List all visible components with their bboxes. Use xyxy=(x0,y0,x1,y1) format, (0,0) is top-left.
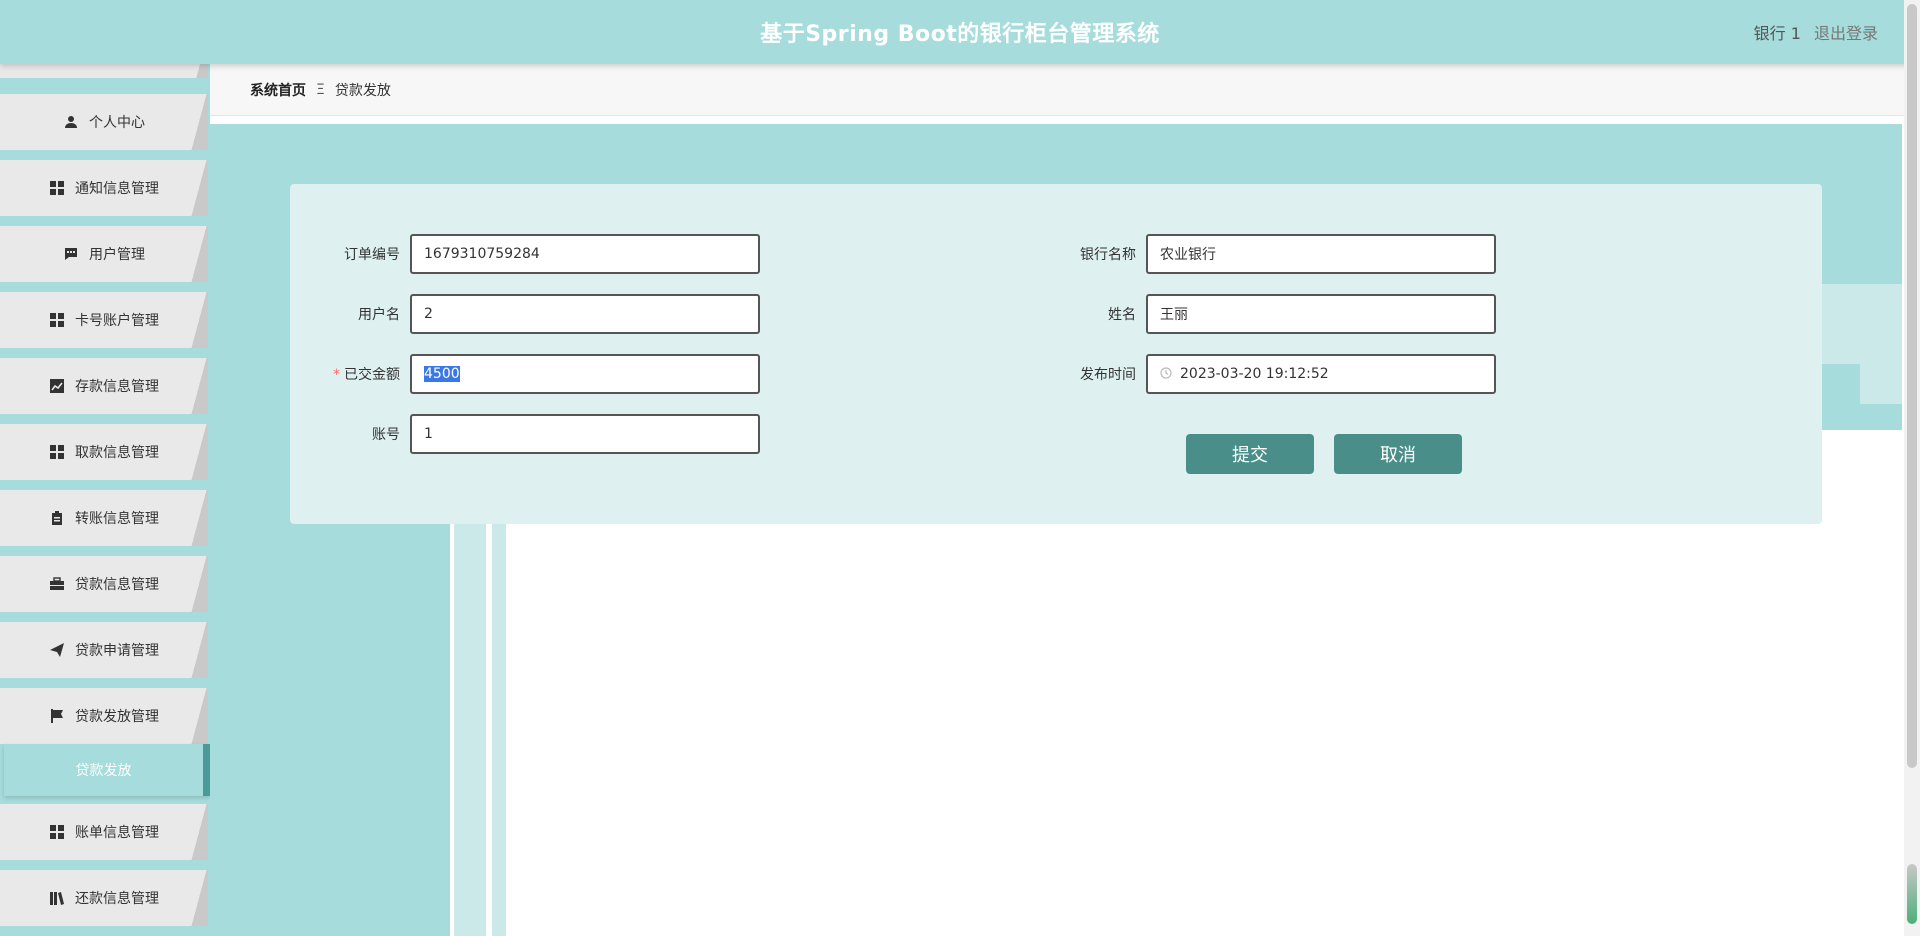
bank-name-input[interactable]: 农业银行 xyxy=(1146,234,1496,274)
sidebar-item-personal-center[interactable]: 个人中心 xyxy=(0,94,208,150)
paid-amount-value: 4500 xyxy=(424,366,460,382)
order-no-input[interactable]: 1679310759284 xyxy=(410,234,760,274)
username-input[interactable]: 2 xyxy=(410,294,760,334)
breadcrumb: 系统首页 Ξ 贷款发放 xyxy=(210,64,1910,116)
publish-time-field: 发布时间 2023-03-20 19:12:52 xyxy=(1026,354,1496,394)
grid-icon xyxy=(49,180,65,196)
chat-icon xyxy=(63,246,79,262)
publish-time-value: 2023-03-20 19:12:52 xyxy=(1180,366,1329,382)
sidebar-item-bill[interactable]: 账单信息管理 xyxy=(0,804,208,860)
send-icon xyxy=(49,642,65,658)
breadcrumb-home[interactable]: 系统首页 xyxy=(250,80,306,100)
briefcase-icon xyxy=(49,576,65,592)
order-no-field: 订单编号 1679310759284 xyxy=(290,234,760,274)
order-no-value: 1679310759284 xyxy=(424,246,540,262)
publish-time-label: 发布时间 xyxy=(1080,367,1136,383)
user-area: 银行 1 退出登录 xyxy=(1746,20,1878,44)
sidebar-item-label: 贷款发放管理 xyxy=(75,709,159,725)
account-input[interactable]: 1 xyxy=(410,414,760,454)
sidebar-item-label: 贷款信息管理 xyxy=(75,577,159,593)
grid-icon xyxy=(49,444,65,460)
scrollbar-thumb[interactable] xyxy=(1907,4,1917,768)
name-field: 姓名 王丽 xyxy=(1026,294,1496,334)
publish-time-input[interactable]: 2023-03-20 19:12:52 xyxy=(1146,354,1496,394)
sidebar-item-label: 卡号账户管理 xyxy=(75,313,159,329)
account-label: 账号 xyxy=(372,427,400,443)
sidebar-item-withdraw[interactable]: 取款信息管理 xyxy=(0,424,208,480)
paid-amount-input[interactable]: 4500 xyxy=(410,354,760,394)
bank-name-field: 银行名称 农业银行 xyxy=(1026,234,1496,274)
username-label: 用户名 xyxy=(358,307,400,323)
logout-link[interactable]: 退出登录 xyxy=(1814,24,1878,43)
sidebar-item-label: 还款信息管理 xyxy=(75,891,159,907)
clipboard-icon xyxy=(49,510,65,526)
paid-amount-field: * 已交金额 4500 xyxy=(290,354,760,394)
user-icon xyxy=(63,114,79,130)
username-field: 用户名 2 xyxy=(290,294,760,334)
order-no-label: 订单编号 xyxy=(344,247,400,263)
breadcrumb-current: 贷款发放 xyxy=(334,82,391,99)
decor-step-1 xyxy=(1822,284,1902,364)
bank-name-value: 农业银行 xyxy=(1160,247,1216,263)
top-header: 基于Spring Boot的银行柜台管理系统 银行 1 退出登录 xyxy=(0,0,1920,64)
system-title: 基于Spring Boot的银行柜台管理系统 xyxy=(760,22,1160,47)
sidebar-item-loan-apply[interactable]: 贷款申请管理 xyxy=(0,622,208,678)
main-content: 系统首页 Ξ 贷款发放 订单编号 1679310759284 用户名 2 * 已交… xyxy=(210,64,1910,936)
account-value: 1 xyxy=(424,426,433,442)
required-mark: * xyxy=(333,367,340,383)
sidebar-item-loan-info[interactable]: 贷款信息管理 xyxy=(0,556,208,612)
page-scrollbar[interactable] xyxy=(1904,0,1920,936)
sidebar-item-repayment[interactable]: 还款信息管理 xyxy=(0,870,208,926)
name-input[interactable]: 王丽 xyxy=(1146,294,1496,334)
sidebar-item-label: 用户管理 xyxy=(89,247,145,263)
sidebar-item-notice[interactable]: 通知信息管理 xyxy=(0,160,208,216)
sidebar-item-card-account[interactable]: 卡号账户管理 xyxy=(0,292,208,348)
decor-stripe-1 xyxy=(454,524,486,936)
sidebar-item-label: 贷款发放 xyxy=(75,763,132,779)
clock-icon xyxy=(1160,366,1172,382)
sidebar-item-label: 个人中心 xyxy=(89,115,145,131)
submit-button[interactable]: 提交 xyxy=(1186,434,1314,474)
decor-step-2 xyxy=(1860,364,1902,404)
flag-icon xyxy=(49,708,65,724)
grid-icon xyxy=(49,312,65,328)
decor-stripe-2 xyxy=(492,524,506,936)
sidebar-item-top-stub[interactable] xyxy=(0,64,208,78)
sidebar-item-loan-disburse-manage[interactable]: 贷款发放管理 xyxy=(0,688,208,744)
sidebar-item-deposit[interactable]: 存款信息管理 xyxy=(0,358,208,414)
account-field: 账号 1 xyxy=(290,414,760,454)
library-icon xyxy=(49,890,65,906)
sidebar-item-label: 转账信息管理 xyxy=(75,511,159,527)
trend-chart-icon xyxy=(49,378,65,394)
name-value: 王丽 xyxy=(1160,307,1188,323)
scrollbar-indicator xyxy=(1907,864,1917,924)
sidebar: 个人中心 通知信息管理 用户管理 卡号账户管理 存款信息管理 取款信息管理 转账… xyxy=(0,64,210,936)
sidebar-item-label: 账单信息管理 xyxy=(75,825,159,841)
breadcrumb-separator: Ξ xyxy=(316,81,325,98)
name-label: 姓名 xyxy=(1108,307,1136,323)
sidebar-item-loan-disburse[interactable]: 贷款发放 xyxy=(4,744,210,796)
sidebar-item-transfer[interactable]: 转账信息管理 xyxy=(0,490,208,546)
sidebar-item-label: 存款信息管理 xyxy=(75,379,159,395)
cancel-button[interactable]: 取消 xyxy=(1334,434,1462,474)
loan-disburse-form: 订单编号 1679310759284 用户名 2 * 已交金额 4500 账号 1 xyxy=(290,184,1822,524)
sidebar-item-label: 贷款申请管理 xyxy=(75,643,159,659)
paid-amount-label: * 已交金额 xyxy=(290,364,410,384)
username-value: 2 xyxy=(424,306,433,322)
sidebar-item-label: 通知信息管理 xyxy=(75,181,159,197)
sidebar-item-label: 取款信息管理 xyxy=(75,445,159,461)
sidebar-item-users[interactable]: 用户管理 xyxy=(0,226,208,282)
paid-amount-label-text: 已交金额 xyxy=(344,367,400,383)
grid-icon xyxy=(49,824,65,840)
bank-name-label: 银行名称 xyxy=(1080,247,1136,263)
current-user: 银行 1 xyxy=(1753,24,1801,43)
